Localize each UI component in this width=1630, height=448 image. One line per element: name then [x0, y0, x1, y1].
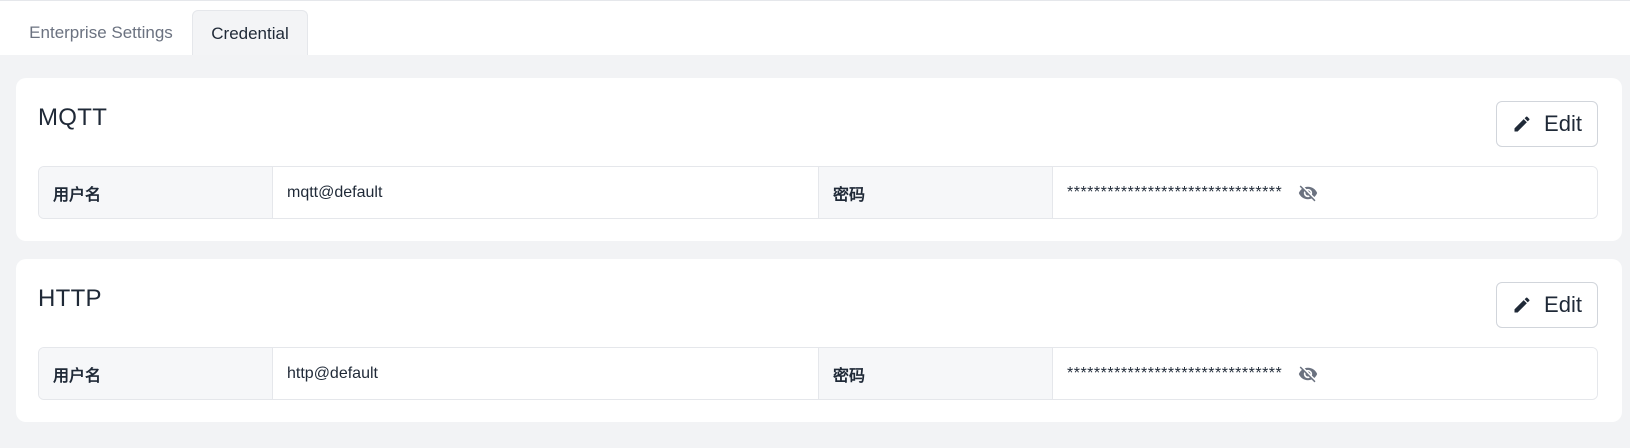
- tab-enterprise-settings[interactable]: Enterprise Settings: [12, 10, 190, 56]
- password-value-cell: ********************************: [1053, 167, 1597, 218]
- tab-bar: Enterprise Settings Credential: [0, 0, 1630, 56]
- credential-table: 用户名 http@default 密码 ********************…: [38, 347, 1598, 400]
- pencil-icon: [1514, 297, 1530, 313]
- password-value: ********************************: [1067, 183, 1283, 201]
- content-area: MQTT Edit 用户名 mqtt@default 密码 **********…: [0, 55, 1630, 448]
- edit-button[interactable]: Edit: [1496, 282, 1598, 328]
- edit-label: Edit: [1544, 111, 1582, 136]
- password-label: 密码: [819, 348, 1053, 399]
- username-label: 用户名: [39, 167, 273, 218]
- password-value-cell: ********************************: [1053, 348, 1597, 399]
- username-label: 用户名: [39, 348, 273, 399]
- mqtt-credential-card: MQTT Edit 用户名 mqtt@default 密码 **********…: [16, 78, 1622, 241]
- card-title: HTTP: [38, 285, 102, 312]
- username-value: http@default: [273, 348, 819, 399]
- credential-table: 用户名 mqtt@default 密码 ********************…: [38, 166, 1598, 219]
- eye-off-icon[interactable]: [1298, 183, 1318, 203]
- tab-credential[interactable]: Credential: [192, 10, 308, 56]
- username-value: mqtt@default: [273, 167, 819, 218]
- http-credential-card: HTTP Edit 用户名 http@default 密码 **********…: [16, 259, 1622, 422]
- password-label: 密码: [819, 167, 1053, 218]
- pencil-icon: [1514, 116, 1530, 132]
- password-value: ********************************: [1067, 364, 1283, 382]
- eye-off-icon[interactable]: [1298, 364, 1318, 384]
- edit-button[interactable]: Edit: [1496, 101, 1598, 147]
- card-title: MQTT: [38, 104, 108, 131]
- edit-label: Edit: [1544, 292, 1582, 317]
